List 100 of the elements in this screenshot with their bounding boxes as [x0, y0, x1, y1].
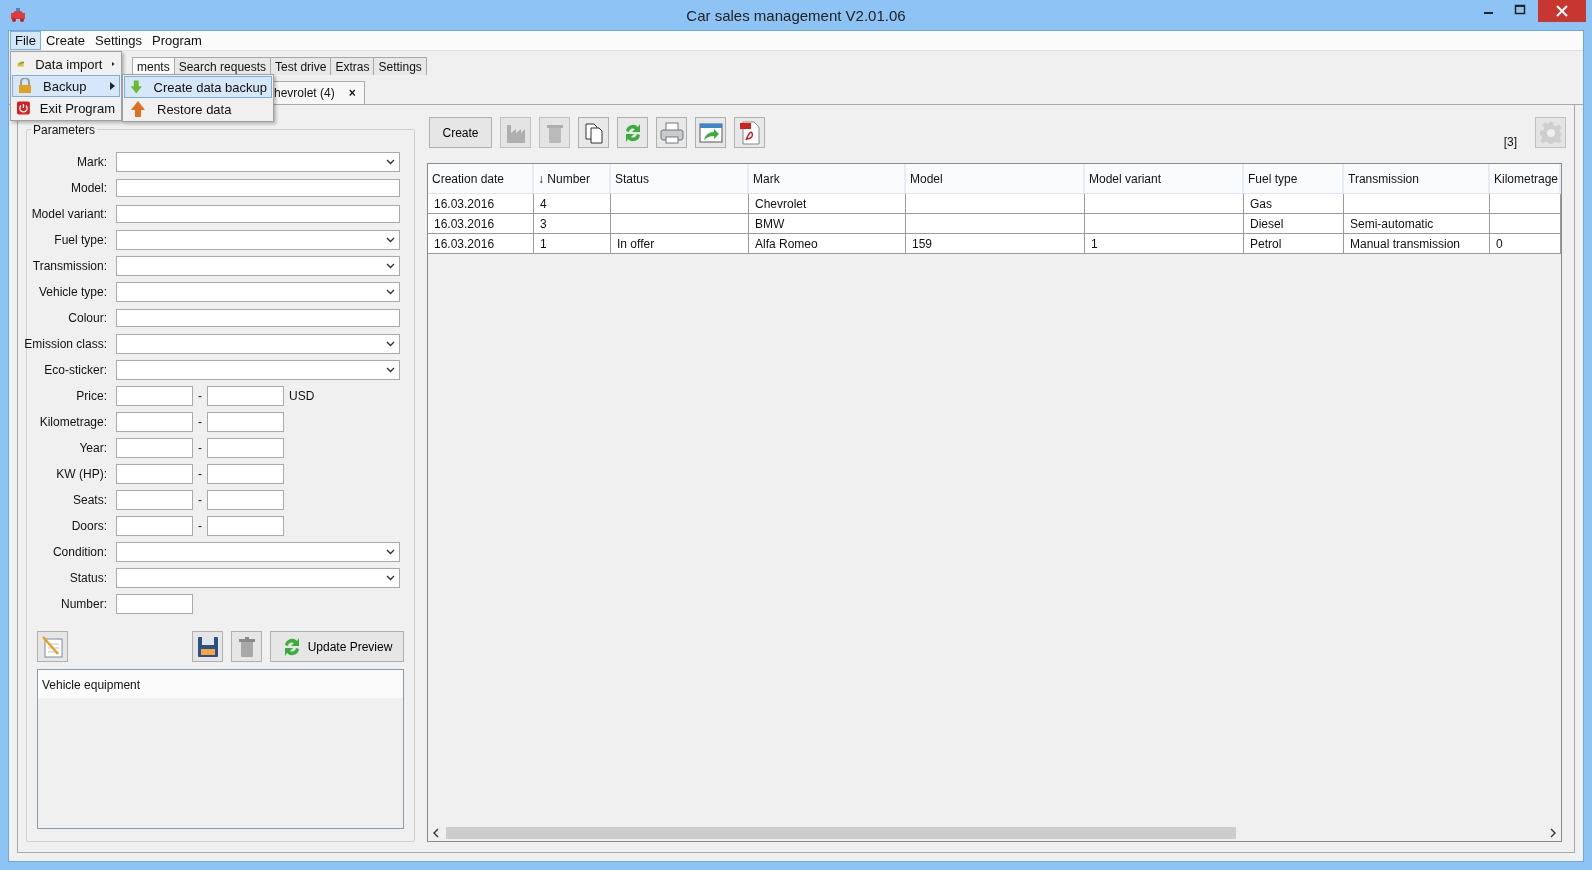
table-cell: Alfa Romeo [749, 234, 906, 253]
field-label: Seats: [72, 493, 107, 507]
table-cell: 3 [534, 214, 611, 233]
menu-item[interactable]: Create [40, 31, 90, 50]
field-label: Model: [70, 181, 107, 195]
dropdown-field[interactable] [116, 256, 400, 276]
field-label: Mark: [77, 155, 107, 169]
table-cell: 0 [1490, 234, 1561, 253]
dropdown-field[interactable] [116, 152, 400, 172]
dropdown-field[interactable] [116, 334, 400, 354]
range-separator: - [198, 389, 202, 403]
update-preview-button[interactable]: Update Preview [270, 631, 404, 662]
tab[interactable]: Test drive [270, 57, 332, 75]
table-cell: 1 [534, 234, 611, 253]
input-field[interactable] [116, 205, 400, 223]
table-cell: BMW [749, 214, 906, 233]
menu-item[interactable]: Program [146, 31, 207, 50]
input-field[interactable] [116, 594, 193, 614]
table-cell: Chevrolet [749, 194, 906, 213]
input-field[interactable] [207, 412, 284, 432]
range-separator: - [198, 415, 202, 429]
save-button[interactable] [192, 631, 223, 662]
input-field[interactable] [116, 490, 193, 510]
field-label: Eco-sticker: [44, 363, 107, 377]
padlock-icon [17, 78, 33, 94]
range-separator: - [198, 493, 202, 507]
input-field[interactable] [116, 464, 193, 484]
submenu-arrow-icon [110, 82, 115, 90]
menu-item[interactable]: Settings [90, 31, 147, 50]
dropdown-field[interactable] [116, 230, 400, 250]
input-field[interactable] [116, 412, 193, 432]
close-icon[interactable] [1538, 0, 1586, 22]
menu-item[interactable]: Restore data [124, 98, 272, 120]
dropdown-field[interactable] [116, 360, 400, 380]
menu-item[interactable]: File [10, 31, 41, 50]
range-separator: - [198, 519, 202, 533]
input-field[interactable] [116, 386, 193, 406]
chevron-down-icon [386, 575, 395, 581]
tab[interactable]: Search requests [173, 57, 272, 75]
field-label: Doors: [71, 519, 107, 533]
menu-item[interactable]: Create data backup [124, 76, 272, 98]
tab[interactable]: ments [132, 57, 175, 75]
equipment-header: Vehicle equipment [38, 670, 403, 698]
gear-icon [1538, 120, 1563, 145]
toolbar-button[interactable] [578, 117, 609, 148]
field-label: Number: [61, 597, 107, 611]
unit-label: USD [289, 389, 315, 403]
menu-item[interactable]: Exit Program [12, 97, 120, 119]
document-tab[interactable]: hevrolet (4) × [271, 81, 365, 104]
menu-item[interactable]: Backup [12, 75, 120, 97]
range-separator: - [198, 467, 202, 481]
field-label: Vehicle type: [38, 285, 107, 299]
notepad-icon [40, 634, 65, 659]
field-label: Model variant: [31, 207, 107, 221]
table-cell: Manual transmission [1344, 234, 1490, 253]
dropdown-field[interactable] [116, 282, 400, 302]
input-field[interactable] [207, 438, 284, 458]
dropdown-field[interactable] [116, 542, 400, 562]
input-field[interactable] [207, 386, 284, 406]
input-field[interactable] [116, 438, 193, 458]
export-window-icon [697, 120, 724, 145]
table-cell: Petrol [1244, 234, 1344, 253]
car-icon [10, 8, 26, 22]
chevron-down-icon [386, 159, 395, 165]
toolbar-button[interactable] [695, 117, 726, 148]
close-tab-button[interactable]: × [348, 86, 356, 100]
create-button[interactable]: Create [429, 117, 492, 148]
field-label: Fuel type: [54, 233, 107, 247]
submenu-arrow-icon [112, 60, 115, 68]
menu-item[interactable]: Data import [12, 53, 120, 75]
group-title: Parameters [31, 123, 98, 137]
table-cell: 16.03.2016 [428, 194, 534, 213]
toolbar-button[interactable] [617, 117, 648, 148]
window-title: Car sales management V2.01.06 [686, 7, 906, 24]
tab[interactable]: Extras [330, 57, 375, 75]
table-cell: 159 [906, 234, 1085, 253]
record-count: [3] [1503, 135, 1517, 149]
field-label: Price: [76, 389, 107, 403]
tab[interactable]: Settings [373, 57, 427, 75]
input-field[interactable] [116, 179, 400, 197]
scrollbar-thumb[interactable] [446, 827, 1236, 839]
input-field[interactable] [207, 516, 284, 536]
field-label: Emission class: [24, 337, 107, 351]
field-label: Condition: [52, 545, 107, 559]
input-field[interactable] [116, 516, 193, 536]
input-field[interactable] [207, 490, 284, 510]
chevron-down-icon [386, 263, 395, 269]
arrow-down-icon [129, 78, 144, 96]
toolbar-button[interactable] [656, 117, 687, 148]
dropdown-field[interactable] [116, 568, 400, 588]
input-field[interactable] [207, 464, 284, 484]
chevron-down-icon [386, 367, 395, 373]
table-cell: In offer [611, 234, 749, 253]
delete-button[interactable] [231, 631, 262, 662]
chevron-down-icon [386, 549, 395, 555]
toolbar-button[interactable] [734, 117, 765, 148]
input-field[interactable] [116, 309, 400, 327]
field-label: KW (HP): [56, 467, 107, 481]
notes-button[interactable] [37, 631, 68, 662]
field-label: Year: [79, 441, 107, 455]
